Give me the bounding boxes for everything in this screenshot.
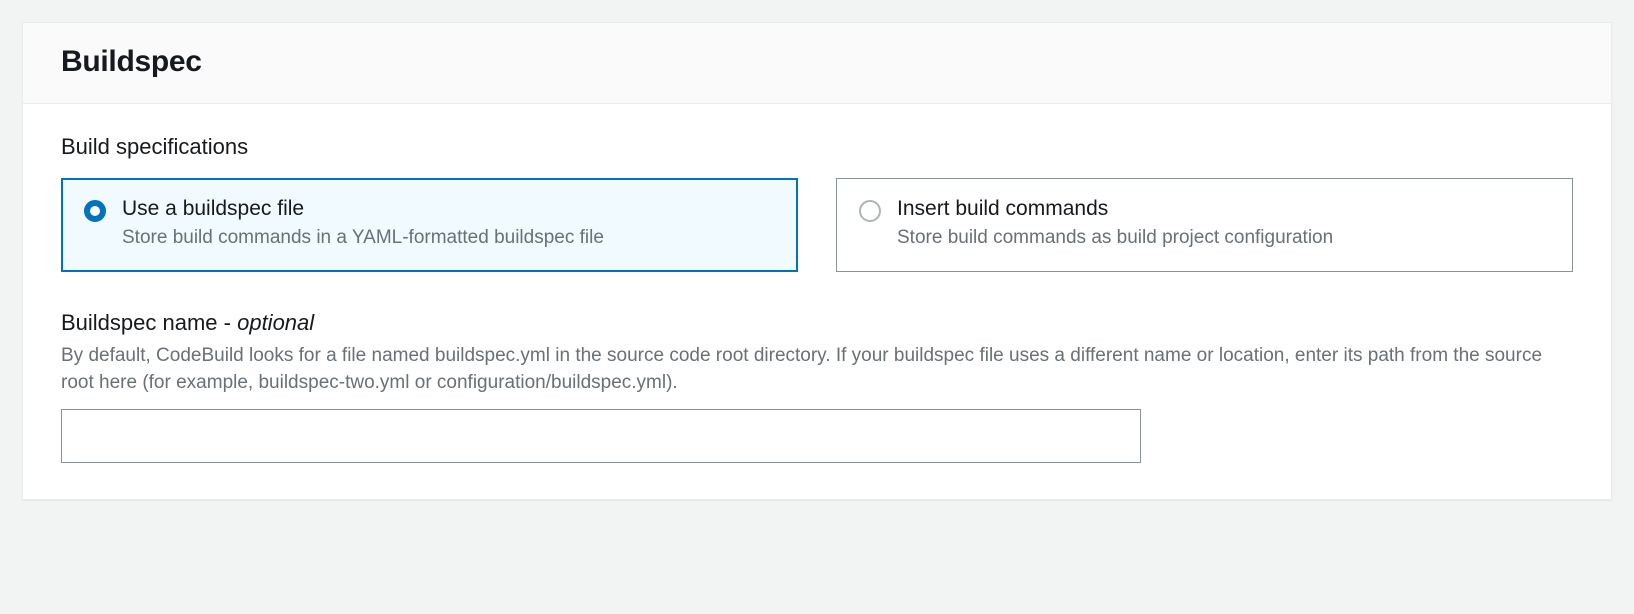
panel-body: Build specifications Use a buildspec fil…	[23, 104, 1611, 499]
build-specifications-options: Use a buildspec file Store build command…	[61, 178, 1573, 272]
option-title: Use a buildspec file	[122, 197, 775, 221]
option-insert-build-commands[interactable]: Insert build commands Store build comman…	[836, 178, 1573, 272]
option-description: Store build commands as build project co…	[897, 225, 1550, 251]
radio-icon	[859, 200, 881, 222]
radio-icon	[84, 200, 106, 222]
panel-header: Buildspec	[23, 23, 1611, 104]
panel-title: Buildspec	[61, 45, 1573, 79]
option-title: Insert build commands	[897, 197, 1550, 221]
buildspec-name-label: Buildspec name - optional	[61, 310, 1573, 336]
buildspec-panel: Buildspec Build specifications Use a bui…	[22, 22, 1612, 500]
build-specifications-label: Build specifications	[61, 134, 1573, 160]
buildspec-name-input[interactable]	[61, 409, 1141, 463]
option-description: Store build commands in a YAML-formatted…	[122, 225, 775, 251]
buildspec-name-label-optional: optional	[237, 310, 314, 335]
option-use-buildspec-file[interactable]: Use a buildspec file Store build command…	[61, 178, 798, 272]
buildspec-name-help: By default, CodeBuild looks for a file n…	[61, 342, 1573, 397]
buildspec-name-label-main: Buildspec name -	[61, 310, 237, 335]
